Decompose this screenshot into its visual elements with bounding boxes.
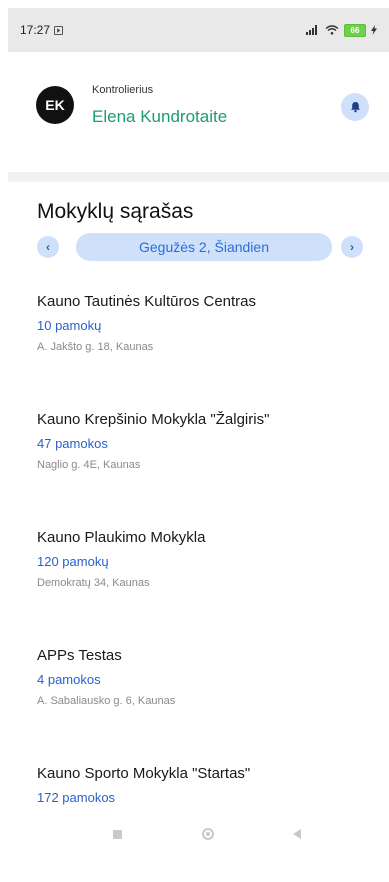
- home-icon[interactable]: [201, 828, 214, 840]
- avatar[interactable]: EK: [36, 86, 74, 124]
- school-address: A. Sabaliausko g. 6, Kaunas: [37, 695, 176, 707]
- school-list-item[interactable]: APPs Testas 4 pamokos A. Sabaliausko g. …: [37, 646, 377, 764]
- chevron-left-icon: ‹: [46, 240, 50, 254]
- school-address: Naglio g. 4E, Kaunas: [37, 459, 141, 471]
- school-name: Kauno Tautinės Kultūros Centras: [37, 293, 257, 310]
- status-left: 17:27: [20, 23, 64, 37]
- school-name: Kauno Krepšinio Mokykla "Žalgiris": [37, 411, 270, 428]
- school-lessons-count: 4 pamokos: [37, 672, 101, 687]
- school-list-item[interactable]: Kauno Tautinės Kultūros Centras 10 pamok…: [37, 292, 377, 410]
- charging-icon: [371, 25, 377, 35]
- section-divider: [8, 172, 389, 182]
- back-icon[interactable]: [293, 829, 301, 839]
- battery-icon: 66: [344, 23, 366, 37]
- status-time: 17:27: [20, 23, 51, 37]
- school-lessons-count: 172 pamokos: [37, 790, 116, 805]
- date-label: Gegužės 2, Šiandien: [139, 239, 269, 255]
- next-day-button[interactable]: ›: [341, 236, 363, 258]
- wifi-icon: [325, 25, 339, 35]
- school-address: A. Jakšto g. 18, Kaunas: [37, 341, 154, 353]
- user-role: Kontrolierius: [92, 84, 154, 96]
- battery-level: 66: [350, 25, 360, 35]
- school-address: Demokratų 34, Kaunas: [37, 577, 150, 589]
- school-name: APPs Testas: [37, 647, 122, 664]
- bell-icon: [350, 101, 360, 113]
- school-list-item[interactable]: Kauno Krepšinio Mokykla "Žalgiris" 47 pa…: [37, 410, 377, 528]
- user-header: EK Kontrolierius Elena Kundrotaite: [8, 52, 389, 172]
- user-name: Elena Kundrotaite: [92, 107, 228, 126]
- school-lessons-count: 10 pamokų: [37, 318, 102, 333]
- signal-icon: [306, 25, 317, 35]
- school-name: Kauno Plaukimo Mokykla: [37, 529, 206, 546]
- school-list: Kauno Tautinės Kultūros Centras 10 pamok…: [37, 292, 377, 882]
- avatar-initials: EK: [45, 97, 65, 113]
- school-lessons-count: 47 pamokos: [37, 436, 108, 451]
- status-bar: 17:27 66: [8, 8, 389, 52]
- school-lessons-count: 120 pamokų: [37, 554, 109, 569]
- school-name: Kauno Sporto Mokykla "Startas": [37, 765, 251, 782]
- system-navigation-bar: [8, 822, 389, 846]
- school-list-item[interactable]: Kauno Plaukimo Mokykla 120 pamokų Demokr…: [37, 528, 377, 646]
- notifications-button[interactable]: [341, 93, 369, 121]
- page-title: Mokyklų sąrašas: [37, 200, 194, 223]
- chevron-right-icon: ›: [350, 240, 354, 254]
- previous-day-button[interactable]: ‹: [37, 236, 59, 258]
- date-navigator: ‹ Gegužės 2, Šiandien ›: [37, 233, 363, 263]
- play-icon: [54, 25, 64, 35]
- recents-icon[interactable]: [113, 829, 122, 839]
- date-selector[interactable]: Gegužės 2, Šiandien: [76, 233, 332, 261]
- status-right: 66: [306, 23, 377, 37]
